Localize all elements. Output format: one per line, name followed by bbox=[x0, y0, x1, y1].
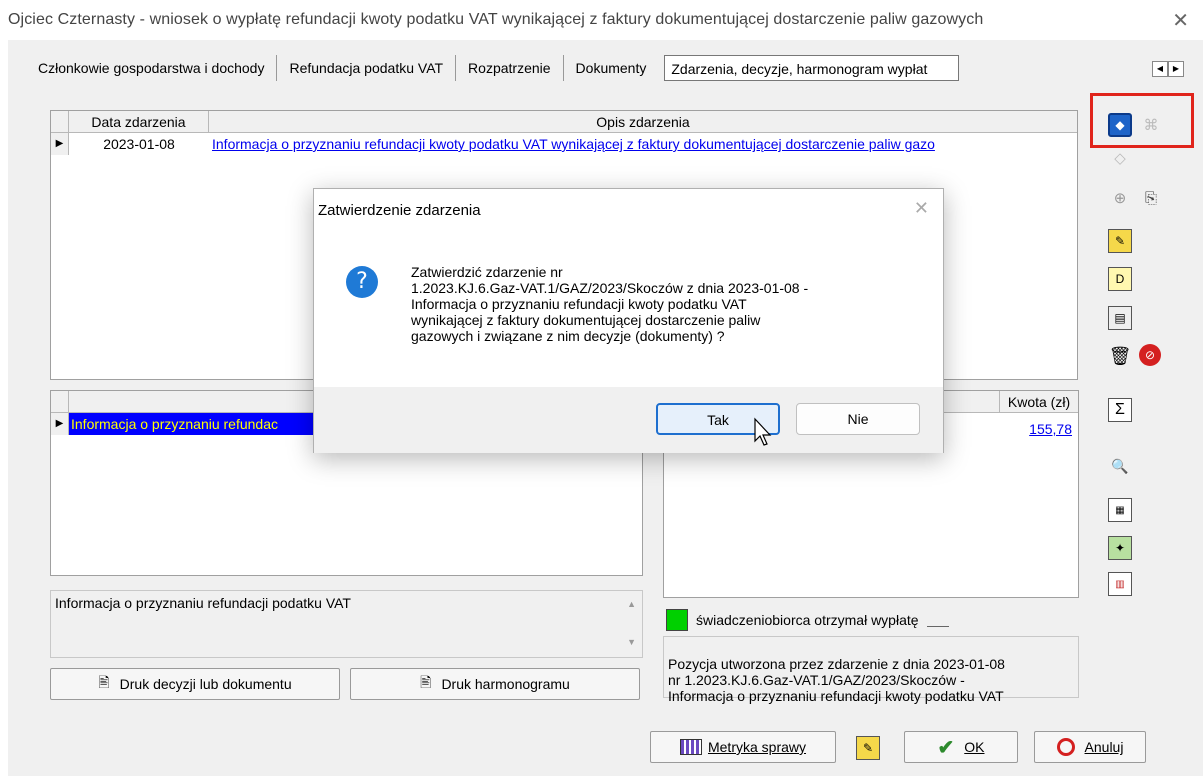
schedule-icon[interactable]: ▥ bbox=[1108, 572, 1132, 596]
trash-icon[interactable]: 🗑 bbox=[1108, 344, 1132, 368]
copy-icon[interactable]: ⎘ bbox=[1139, 186, 1163, 210]
stop-icon[interactable]: ⊘ bbox=[1139, 344, 1161, 366]
dialog-title: Zatwierdzenie zdarzenia bbox=[318, 202, 481, 219]
legend: świadczeniobiorca otrzymał wypłatę bbox=[666, 609, 949, 631]
cancel-label: Anuluj bbox=[1084, 739, 1124, 755]
cancel-button[interactable]: Anuluj bbox=[1034, 731, 1146, 763]
title-bar: Ojciec Czternasty - wniosek o wypłatę re… bbox=[0, 0, 1203, 40]
row-pointer-icon: ▶ bbox=[51, 413, 69, 435]
scroll-up-icon[interactable]: ▲ bbox=[627, 599, 636, 609]
tab-documents[interactable]: Dokumenty bbox=[564, 55, 659, 81]
print-decision-button[interactable]: 🖹 Druk decyzji lub dokumentu bbox=[50, 668, 340, 700]
tab-bar: Członkowie gospodarstwa i dochody Refund… bbox=[26, 50, 960, 86]
case-metrics-button[interactable]: Metryka sprawy bbox=[650, 731, 836, 763]
events-grid-header: Data zdarzenia Opis zdarzenia bbox=[51, 111, 1077, 133]
window-title: Ojciec Czternasty - wniosek o wypłatę re… bbox=[8, 11, 984, 28]
calendar-icon bbox=[679, 739, 702, 755]
left-edge bbox=[0, 40, 8, 776]
edit-icon[interactable]: ✎ bbox=[856, 736, 880, 760]
ok-button[interactable]: ✔ OK bbox=[904, 731, 1018, 763]
calendar-icon[interactable]: ▦ bbox=[1108, 498, 1132, 522]
close-icon[interactable]: ✕ bbox=[914, 198, 929, 219]
main-window: Ojciec Czternasty - wniosek o wypłatę re… bbox=[0, 0, 1203, 776]
question-icon: ? bbox=[346, 266, 378, 298]
print-schedule-label: Druk harmonogramu bbox=[441, 676, 570, 692]
checkmark-icon: ✔ bbox=[937, 736, 955, 759]
tab-review[interactable]: Rozpatrzenie bbox=[456, 55, 564, 81]
header-spacer bbox=[51, 111, 69, 132]
lock-icon[interactable]: ⊕ bbox=[1108, 186, 1132, 210]
search-icon[interactable]: 🔍 bbox=[1108, 454, 1132, 478]
tab-vat-refund[interactable]: Refundacja podatku VAT bbox=[277, 55, 457, 81]
payment-amount[interactable]: 155,78 bbox=[1029, 421, 1072, 437]
tab-scroll-left-icon[interactable]: ◀ bbox=[1152, 61, 1168, 77]
column-date[interactable]: Data zdarzenia bbox=[69, 111, 209, 132]
header-spacer bbox=[51, 391, 69, 412]
scroll-down-icon[interactable]: ▼ bbox=[627, 637, 636, 647]
close-icon[interactable]: ✕ bbox=[1172, 8, 1189, 32]
new-document-icon[interactable]: D bbox=[1108, 267, 1132, 291]
print-schedule-button[interactable]: 🖹 Druk harmonogramu bbox=[350, 668, 640, 700]
row-pointer-icon: ▶ bbox=[51, 133, 69, 155]
event-description-link[interactable]: Informacja o przyznaniu refundacji kwoty… bbox=[209, 133, 1071, 155]
erase-icon[interactable]: ◇ bbox=[1108, 146, 1132, 170]
print-icon: 🖹 bbox=[98, 674, 110, 690]
print-decision-label: Druk decyzji lub dokumentu bbox=[119, 676, 292, 692]
table-row[interactable]: 2023-01-08 Informacja o przyznaniu refun… bbox=[69, 133, 1077, 155]
mouse-cursor-icon bbox=[754, 417, 772, 446]
tab-events[interactable]: Zdarzenia, decyzje, harmonogram wypłat bbox=[664, 55, 960, 81]
position-info-text: Pozycja utworzona przez zdarzenie z dnia… bbox=[668, 656, 1005, 704]
legend-blank bbox=[926, 613, 949, 627]
tab-scroll: ◀ ▶ bbox=[1152, 61, 1184, 77]
dialog-message: Zatwierdzić zdarzenie nr 1.2023.KJ.6.Gaz… bbox=[411, 264, 809, 344]
edit-document-icon[interactable]: ✎ bbox=[1108, 229, 1132, 253]
event-date: 2023-01-08 bbox=[103, 136, 175, 152]
sum-icon[interactable]: Σ bbox=[1108, 398, 1132, 422]
unapprove-icon[interactable]: ⌘ bbox=[1139, 113, 1163, 137]
legend-label: świadczeniobiorca otrzymał wypłatę bbox=[696, 612, 919, 628]
print-icon: 🖹 bbox=[420, 674, 432, 690]
cancel-icon bbox=[1056, 738, 1075, 756]
approve-icon[interactable]: ◆ bbox=[1108, 113, 1132, 137]
dialog-footer: Tak Nie bbox=[314, 387, 943, 453]
column-amount[interactable]: Kwota (zł) bbox=[1000, 391, 1078, 412]
document-name: Informacja o przyznaniu refundac bbox=[71, 416, 278, 432]
replace-icon[interactable]: ▤ bbox=[1108, 306, 1132, 330]
no-button[interactable]: Nie bbox=[796, 403, 920, 435]
decision-info-text: Informacja o przyznaniu refundacji podat… bbox=[55, 595, 351, 611]
ok-label: OK bbox=[964, 739, 985, 755]
tab-household[interactable]: Członkowie gospodarstwa i dochody bbox=[26, 55, 278, 81]
decision-info-box: Informacja o przyznaniu refundacji podat… bbox=[50, 590, 643, 658]
case-metrics-label: Metryka sprawy bbox=[707, 739, 807, 755]
legend-color-swatch bbox=[666, 609, 688, 631]
column-description[interactable]: Opis zdarzenia bbox=[209, 111, 1077, 132]
position-info-box: Pozycja utworzona przez zdarzenie z dnia… bbox=[663, 636, 1079, 704]
tab-scroll-right-icon[interactable]: ▶ bbox=[1168, 61, 1184, 77]
map-icon[interactable]: ✦ bbox=[1108, 536, 1132, 560]
confirm-dialog: Zatwierdzenie zdarzenia ✕ ? Zatwierdzić … bbox=[313, 188, 944, 453]
